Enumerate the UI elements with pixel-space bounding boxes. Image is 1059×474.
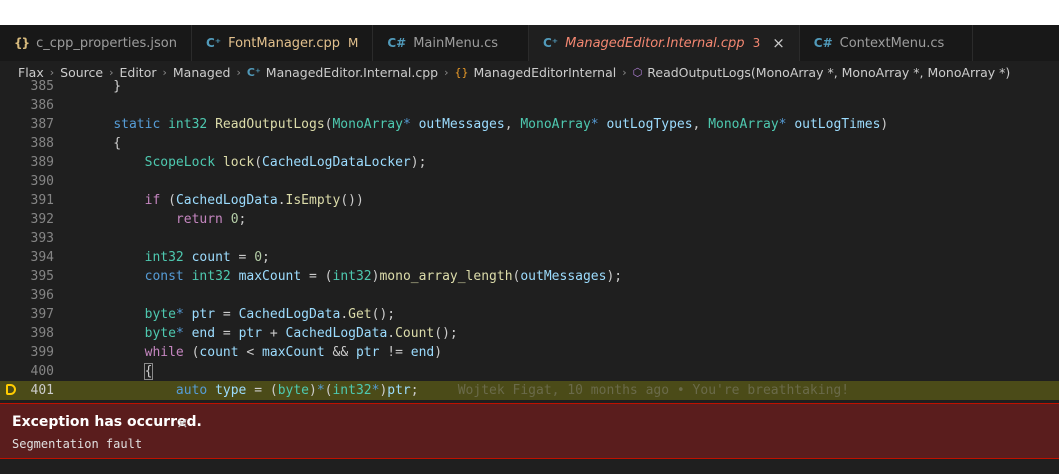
line-number: 385: [30, 79, 54, 94]
tab-c-cpp-properties-json[interactable]: {} c_cpp_properties.json: [0, 25, 192, 61]
code-line: 389 ScopeLock lock(CachedLogDataLocker);: [0, 153, 1059, 172]
current-execution-line: 401 auto type = (byte)*(int32*)ptr; Wojt…: [0, 381, 1059, 400]
line-number: 388: [30, 136, 54, 151]
line-number: 400: [30, 364, 54, 379]
cpp-file-icon: C⁺: [205, 36, 222, 50]
problem-count-badge: 3: [752, 36, 761, 50]
csharp-file-icon: C#: [387, 36, 407, 50]
code-line: 397 byte* ptr = CachedLogData.Get();: [0, 305, 1059, 324]
line-number: 393: [30, 231, 54, 246]
json-file-icon: {}: [14, 36, 30, 50]
line-number: 390: [30, 174, 54, 189]
csharp-file-icon: C#: [813, 36, 833, 50]
line-number: 399: [30, 345, 54, 360]
code-text: if (CachedLogData.IsEmpty()): [144, 193, 364, 208]
line-number: 398: [30, 326, 54, 341]
line-number: 389: [30, 155, 54, 170]
code-line: 393: [0, 229, 1059, 248]
line-number: 396: [30, 288, 54, 303]
line-number: 401: [30, 383, 54, 398]
code-line: 391 if (CachedLogData.IsEmpty()): [0, 191, 1059, 210]
code-line: 395 const int32 maxCount = (int32)mono_a…: [0, 267, 1059, 286]
code-line: 387 static int32 ReadOutputLogs(MonoArra…: [0, 115, 1059, 134]
editor-tab-bar: {} c_cpp_properties.json C⁺ FontManager.…: [0, 25, 1059, 61]
line-number: 391: [30, 193, 54, 208]
code-text: static int32 ReadOutputLogs(MonoArray* o…: [113, 117, 889, 132]
code-line: 386: [0, 96, 1059, 115]
code-line: 390: [0, 172, 1059, 191]
tab-label: FontManager.cpp: [228, 35, 340, 51]
tab-label: ManagedEditor.Internal.cpp: [565, 35, 745, 51]
code-text: while (count < maxCount && ptr != end): [144, 345, 443, 360]
code-text: {: [82, 136, 122, 151]
tab-mainmenu-cs[interactable]: C# MainMenu.cs: [373, 25, 529, 61]
code-line: 396: [0, 286, 1059, 305]
code-line: 400 {: [0, 362, 1059, 381]
code-line: 398 byte* end = ptr + CachedLogData.Coun…: [0, 324, 1059, 343]
code-text: ScopeLock lock(CachedLogDataLocker);: [144, 155, 427, 170]
line-number: 394: [30, 250, 54, 265]
close-icon[interactable]: ×: [176, 414, 189, 432]
exception-message: Segmentation fault: [12, 437, 143, 451]
tab-label: ContextMenu.cs: [839, 35, 945, 51]
tab-label: MainMenu.cs: [413, 35, 498, 51]
window-top-strip: [0, 0, 1059, 25]
code-line: 388 {: [0, 134, 1059, 153]
code-text: {: [143, 363, 154, 380]
close-icon[interactable]: ×: [772, 34, 785, 52]
code-text: auto type = (byte)*(int32*)ptr; Wojtek F…: [175, 383, 850, 398]
editor-bottom-area: [0, 459, 1059, 474]
code-text: byte* end = ptr + CachedLogData.Count();: [144, 326, 458, 341]
tab-bar-empty-space: [973, 25, 1059, 61]
line-number: 387: [30, 117, 54, 132]
tab-fontmanager-cpp[interactable]: C⁺ FontManager.cpp M: [191, 25, 374, 61]
exception-widget: Exception has occurred. × Segmentation f…: [0, 403, 1059, 459]
code-line: 399 while (count < maxCount && ptr != en…: [0, 343, 1059, 362]
tab-label: c_cpp_properties.json: [36, 35, 177, 51]
line-number: 395: [30, 269, 54, 284]
code-text: return 0;: [175, 212, 247, 227]
code-line: 394 int32 count = 0;: [0, 248, 1059, 267]
code-text: const int32 maxCount = (int32)mono_array…: [144, 269, 623, 284]
line-number: 397: [30, 307, 54, 322]
modified-badge: M: [347, 36, 359, 50]
exception-title: Exception has occurred.: [12, 414, 202, 430]
code-editor[interactable]: 385 } 386 387 static int32 ReadOutputLog…: [0, 77, 1059, 403]
code-line: 392 return 0;: [0, 210, 1059, 229]
code-line: 385 }: [0, 77, 1059, 96]
tab-contextmenu-cs[interactable]: C# ContextMenu.cs: [799, 25, 974, 61]
code-text: }: [82, 79, 122, 94]
code-text: int32 count = 0;: [144, 250, 270, 265]
git-blame-annotation: Wojtek Figat, 10 months ago • You're bre…: [457, 383, 850, 398]
tab-managededitor-internal-cpp[interactable]: C⁺ ManagedEditor.Internal.cpp 3 ×: [529, 25, 800, 61]
line-number: 386: [30, 98, 54, 113]
cpp-file-icon: C⁺: [543, 36, 559, 50]
line-number: 392: [30, 212, 54, 227]
code-text: byte* ptr = CachedLogData.Get();: [144, 307, 396, 322]
